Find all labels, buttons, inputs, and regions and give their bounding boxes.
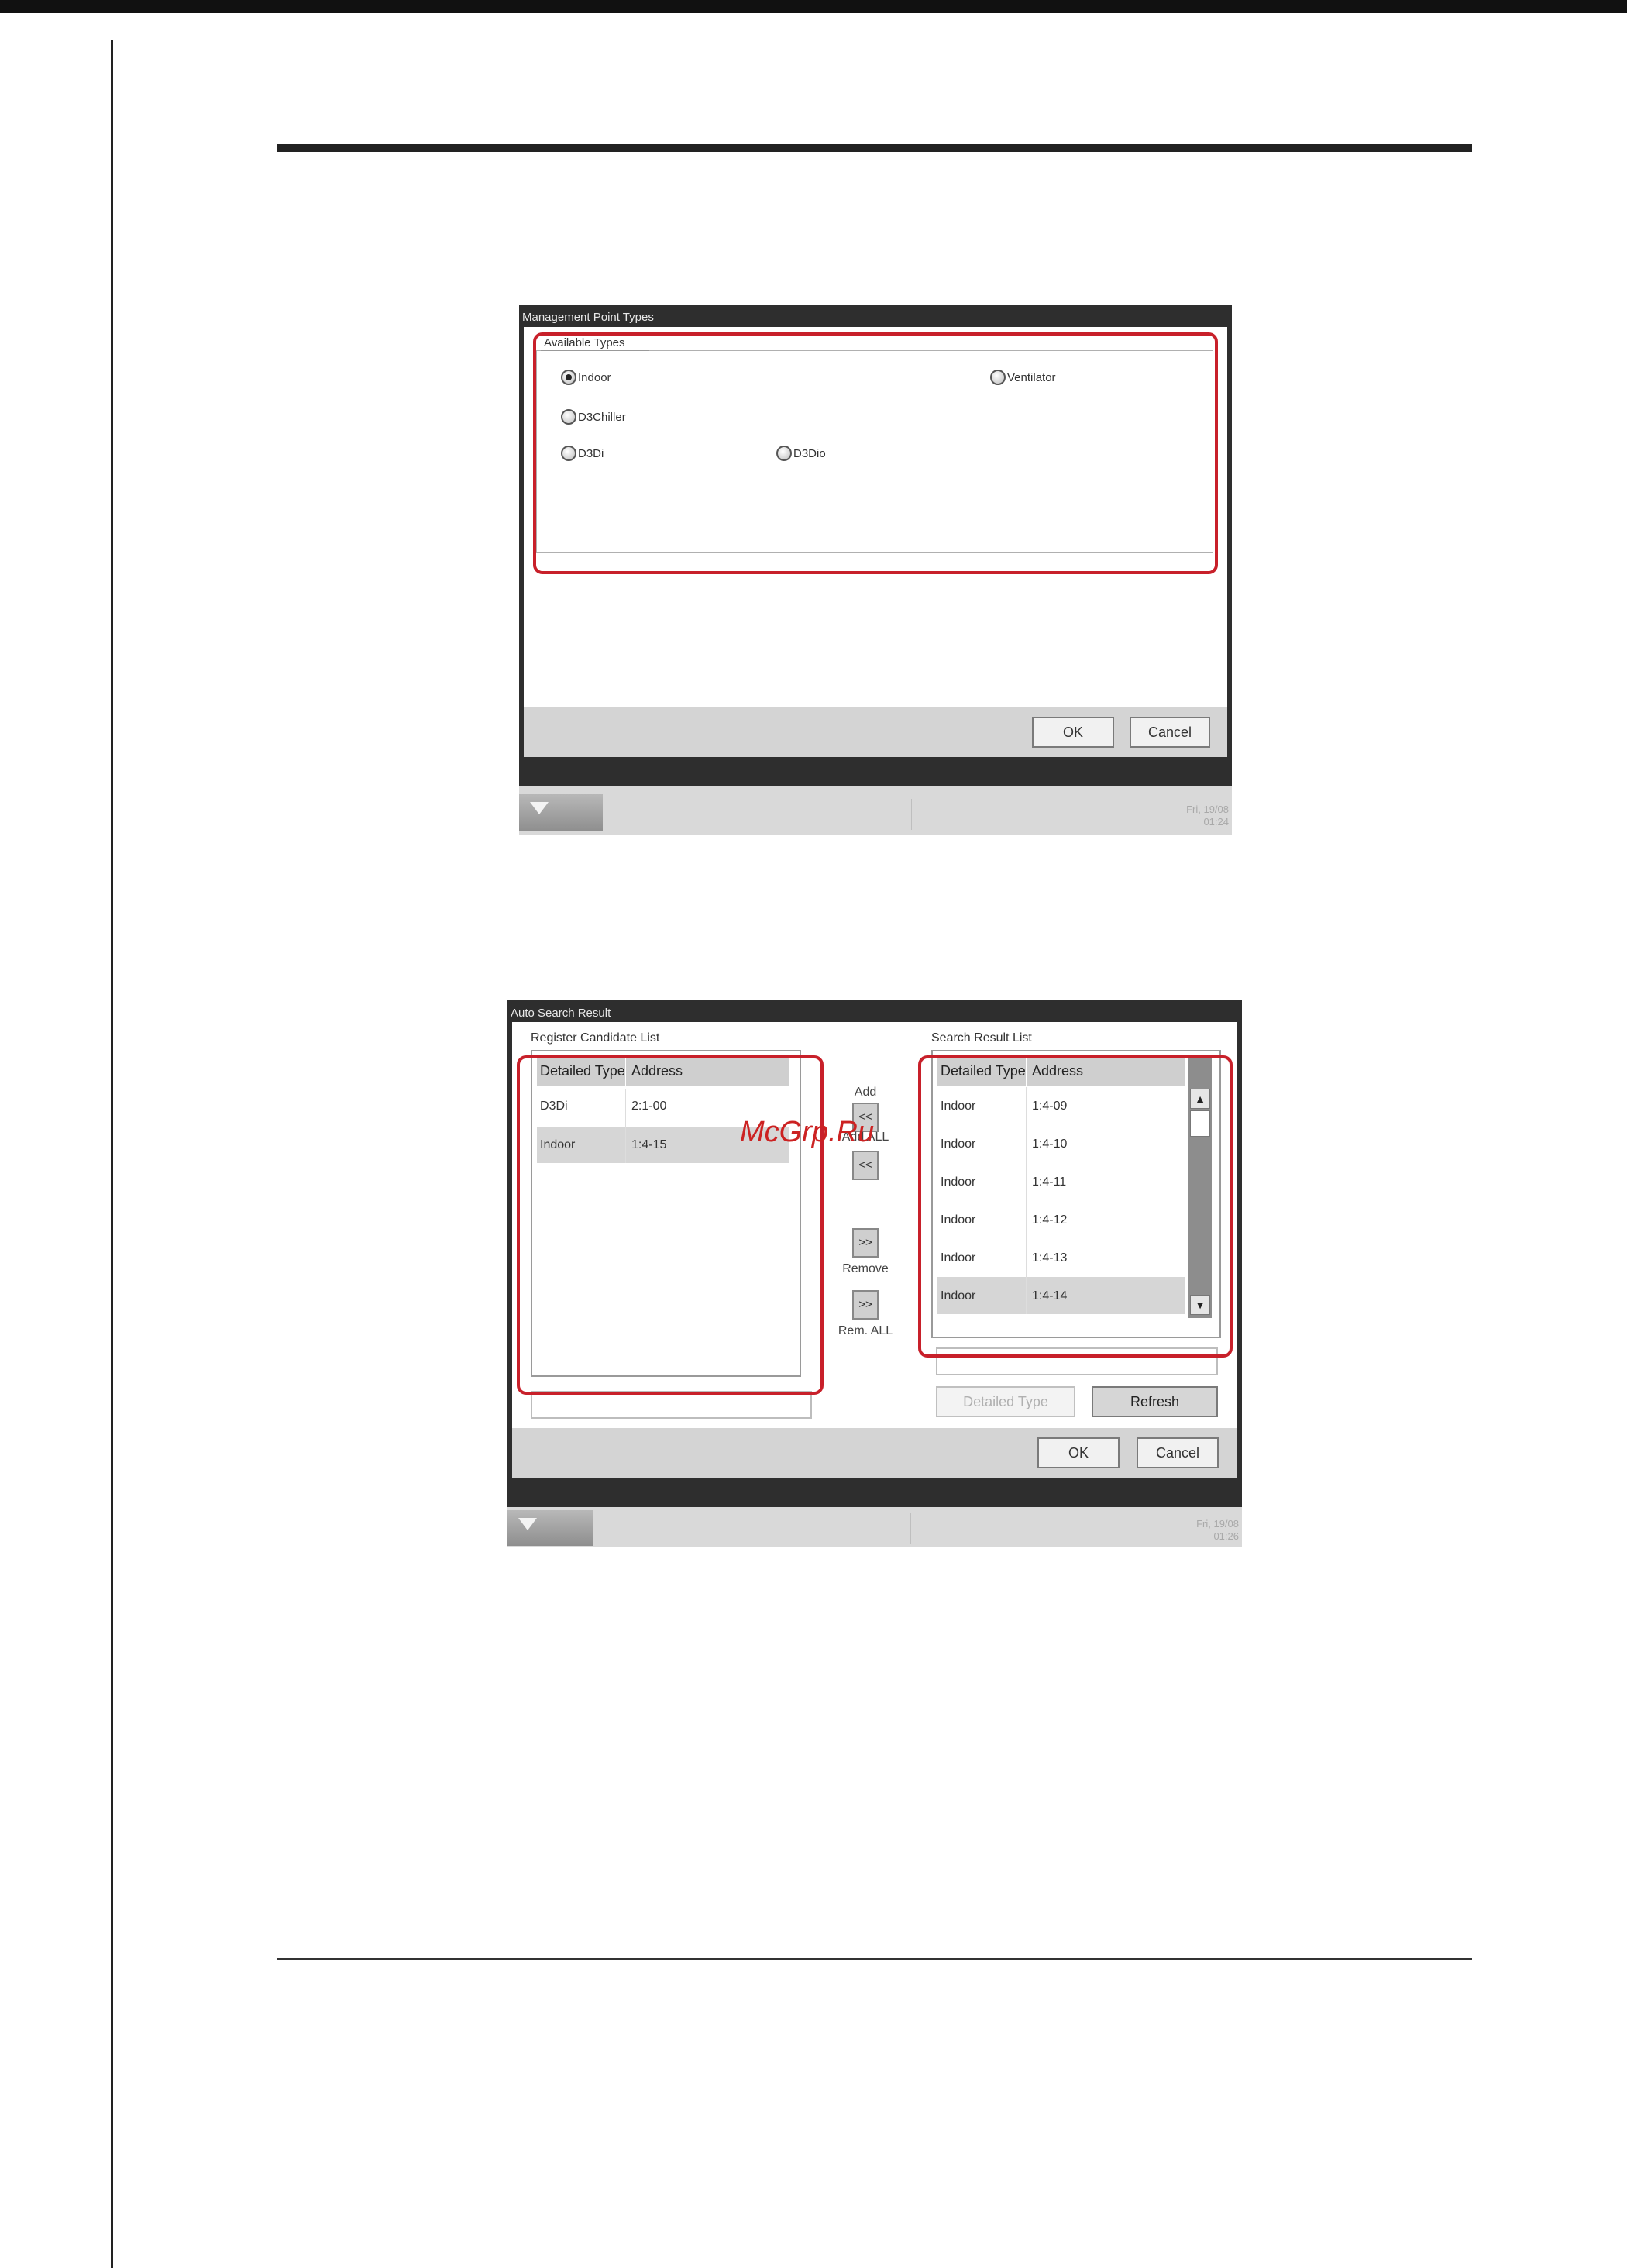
- taskbar-divider: [910, 1513, 911, 1544]
- ok-button[interactable]: OK: [1032, 717, 1114, 748]
- down-arrow-icon[interactable]: [507, 1510, 593, 1546]
- cancel-button[interactable]: Cancel: [1130, 717, 1210, 748]
- clock: Fri, 19/08 01:24: [1136, 804, 1229, 828]
- add-all-button[interactable]: <<: [852, 1151, 879, 1180]
- clock: Fri, 19/08 01:26: [1146, 1518, 1239, 1543]
- search-result-label: Search Result List: [931, 1031, 1032, 1045]
- watermark: McGrp.Ru: [740, 1116, 875, 1148]
- footer-rule: [277, 1958, 1472, 1960]
- rem-all-label: Rem. ALL: [838, 1324, 893, 1337]
- ok-button[interactable]: OK: [1037, 1437, 1120, 1468]
- cancel-button[interactable]: Cancel: [1137, 1437, 1219, 1468]
- taskbar: Fri, 19/08 01:24: [519, 786, 1232, 835]
- highlight-available-types: [533, 332, 1218, 574]
- refresh-button[interactable]: Refresh: [1092, 1386, 1218, 1417]
- taskbar-divider: [911, 799, 912, 830]
- clock-time: 01:24: [1203, 816, 1229, 828]
- dialog-footer: OK Cancel: [524, 707, 1227, 757]
- taskbar: Fri, 19/08 01:26: [507, 1507, 1242, 1547]
- header-rule: [277, 144, 1472, 152]
- down-arrow-icon[interactable]: [519, 794, 603, 831]
- dialog-footer: OK Cancel: [512, 1428, 1237, 1478]
- window-title: Management Point Types: [522, 311, 654, 324]
- remove-label: Remove: [842, 1262, 889, 1275]
- page-top-bar: [0, 0, 1627, 13]
- window-title: Auto Search Result: [511, 1007, 611, 1020]
- add-label: Add: [854, 1086, 877, 1099]
- remove-button[interactable]: >>: [852, 1228, 879, 1258]
- rem-all-button[interactable]: >>: [852, 1290, 879, 1320]
- detailed-type-button[interactable]: Detailed Type: [936, 1386, 1075, 1417]
- page-margin-line: [111, 40, 113, 2268]
- clock-date: Fri, 19/08: [1186, 804, 1229, 815]
- clock-time: 01:26: [1213, 1530, 1239, 1542]
- clock-date: Fri, 19/08: [1196, 1518, 1239, 1530]
- register-candidate-label: Register Candidate List: [531, 1031, 660, 1045]
- register-status-field: [531, 1391, 812, 1419]
- highlight-register-list: [517, 1055, 824, 1395]
- highlight-search-list: [918, 1055, 1233, 1358]
